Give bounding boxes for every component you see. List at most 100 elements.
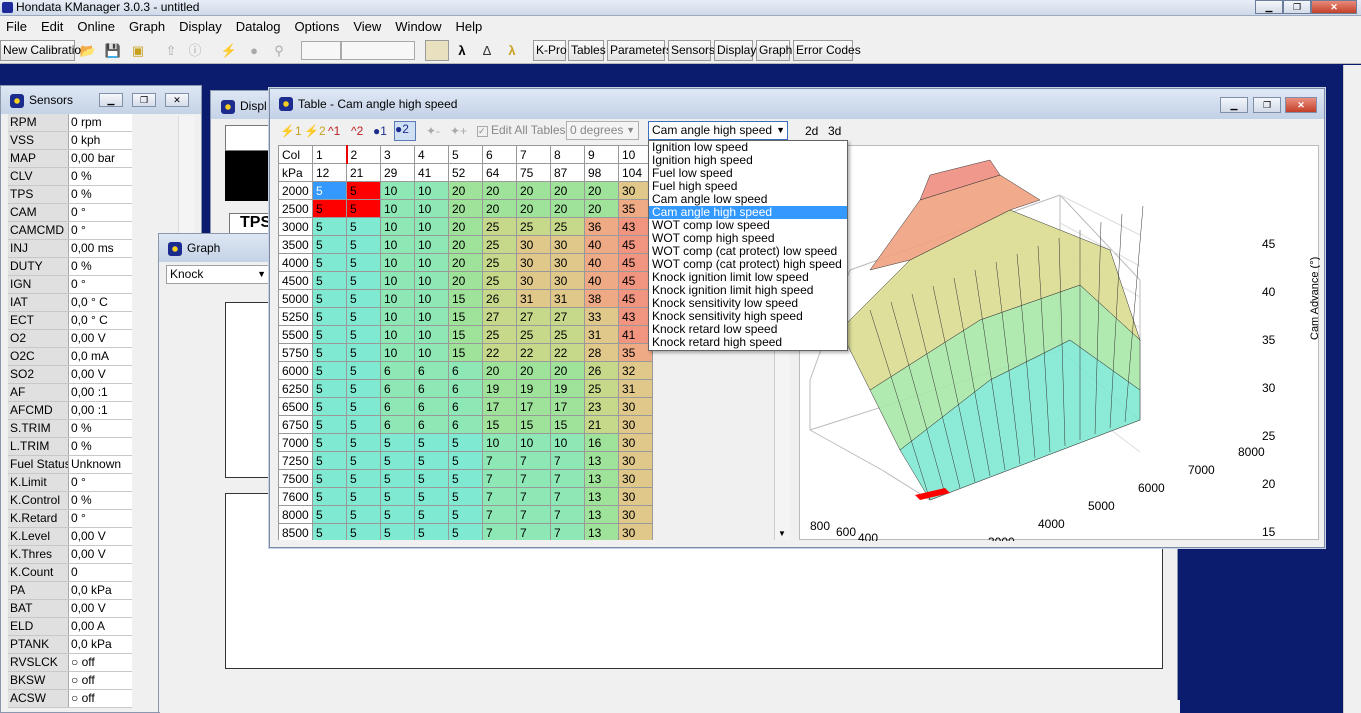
table-cell[interactable]: 17 [482,397,517,416]
table-cell[interactable]: 30 [618,469,653,488]
table-cell[interactable]: 13 [584,469,619,488]
table-cell[interactable]: 5 [448,451,483,470]
error-codes-button[interactable]: Error Codes [793,40,861,61]
upload-icon[interactable]: ▣ [129,42,147,59]
sensors-button[interactable]: Sensors [668,40,715,61]
table-cell[interactable]: 10 [414,235,449,254]
table-cell[interactable]: 10 [380,235,415,254]
table-cell[interactable]: 26 [584,361,619,380]
table-cell[interactable]: 6 [448,397,483,416]
table-cell[interactable]: 5 [346,289,381,308]
table-cell[interactable]: 5 [312,217,347,236]
table-cell[interactable]: 22 [550,343,585,362]
table-cell[interactable]: 40 [584,253,619,272]
table-cell[interactable]: 7 [482,487,517,506]
table-cell[interactable]: 5 [346,487,381,506]
table-cell[interactable]: 10 [516,433,551,452]
menu-graph[interactable]: Graph [123,19,173,34]
table-cell[interactable]: 30 [618,433,653,452]
table-cell[interactable]: 6 [380,361,415,380]
kpro-button[interactable]: K-Pro [533,40,567,61]
table-cell[interactable]: 33 [584,307,619,326]
save-icon[interactable]: 💾 [104,42,122,59]
sensors-window-titlebar[interactable]: Sensors ▁ ❐ ✕ [1,86,201,114]
table-cell[interactable]: 22 [516,343,551,362]
table-cell[interactable]: 5 [312,307,347,326]
table-cell[interactable]: 20 [550,361,585,380]
table-cell[interactable]: 7 [516,523,551,540]
table-cell[interactable]: 10 [414,307,449,326]
table-cell[interactable]: 7 [550,505,585,524]
table-cell[interactable]: 10 [380,307,415,326]
table-cell[interactable]: 15 [448,307,483,326]
delta-lambda-icon[interactable]: Δ [478,42,496,59]
table-cell[interactable]: 5 [312,487,347,506]
table-cell[interactable]: 27 [516,307,551,326]
maximize-button[interactable]: ❐ [1283,0,1311,14]
table-cell[interactable]: 5 [346,505,381,524]
menu-online[interactable]: Online [71,19,123,34]
table-cell[interactable]: 5 [380,469,415,488]
table-cell[interactable]: 10 [414,325,449,344]
table-cell[interactable]: 5 [346,451,381,470]
table-cell[interactable]: 10 [414,181,449,200]
table-cell[interactable]: 5 [448,433,483,452]
menu-display[interactable]: Display [173,19,230,34]
table-cell[interactable]: 30 [550,271,585,290]
table-cell[interactable]: 20 [448,271,483,290]
table-cell[interactable]: 5 [312,415,347,434]
table-cell[interactable]: 5 [312,433,347,452]
table-window-titlebar[interactable]: Table - Cam angle high speed ▁ ❐ ✕ [270,89,1324,119]
table-cell[interactable]: 10 [380,181,415,200]
lightning-2-icon[interactable]: ⚡2 [304,124,326,138]
sensors-minimize-button[interactable]: ▁ [99,93,123,107]
table-cell[interactable]: 19 [516,379,551,398]
table-cell[interactable]: 6 [448,415,483,434]
ignition-map-icon[interactable] [425,40,449,61]
menu-options[interactable]: Options [289,19,348,34]
table-cell[interactable]: 5 [346,415,381,434]
degrees-select[interactable]: 0 degrees ▼ [566,121,639,140]
table-cell[interactable]: 20 [482,361,517,380]
table-cell[interactable]: 15 [448,289,483,308]
info-icon[interactable]: ⓘ [186,42,204,59]
table-cell[interactable]: 5 [312,343,347,362]
table-cell[interactable]: 25 [482,253,517,272]
table-cell[interactable]: 5 [414,451,449,470]
table-cell[interactable]: 5 [346,181,381,200]
table-cell[interactable]: 7 [482,505,517,524]
dot-icon[interactable]: ● [245,42,263,59]
table-cell[interactable]: 5 [448,523,483,540]
table-cell[interactable]: 13 [584,523,619,540]
scroll-down-icon[interactable]: ▼ [778,529,786,538]
table-cell[interactable]: 5 [346,217,381,236]
view-2d-button[interactable]: 2d [805,124,818,138]
connect-icon[interactable]: ⚲ [270,42,288,59]
table-cell[interactable]: 10 [414,199,449,218]
table-restore-button[interactable]: ❐ [1253,97,1281,113]
table-cell[interactable]: 20 [584,199,619,218]
table-cell[interactable]: 5 [312,289,347,308]
table-cell[interactable]: 7 [550,469,585,488]
table-cell[interactable]: 5 [414,523,449,540]
table-cell[interactable]: 19 [550,379,585,398]
table-cell[interactable]: 5 [380,433,415,452]
table-cell[interactable]: 10 [380,325,415,344]
table-cell[interactable]: 25 [550,325,585,344]
table-cell[interactable]: 10 [414,343,449,362]
table-cell[interactable]: 7 [516,487,551,506]
table-cell[interactable]: 31 [584,325,619,344]
table-cell[interactable]: 25 [516,325,551,344]
table-cell[interactable]: 13 [584,505,619,524]
table-cell[interactable]: 30 [618,523,653,540]
table-cell[interactable]: 20 [584,181,619,200]
table-cell[interactable]: 20 [448,181,483,200]
table-cell[interactable]: 10 [482,433,517,452]
table-cell[interactable]: 5 [312,181,347,200]
graph-button[interactable]: Graph [756,40,792,61]
table-cell[interactable]: 31 [550,289,585,308]
table-cell[interactable]: 7 [482,451,517,470]
table-cell[interactable]: 5 [312,505,347,524]
table-cell[interactable]: 10 [414,217,449,236]
table-cell[interactable]: 10 [414,289,449,308]
